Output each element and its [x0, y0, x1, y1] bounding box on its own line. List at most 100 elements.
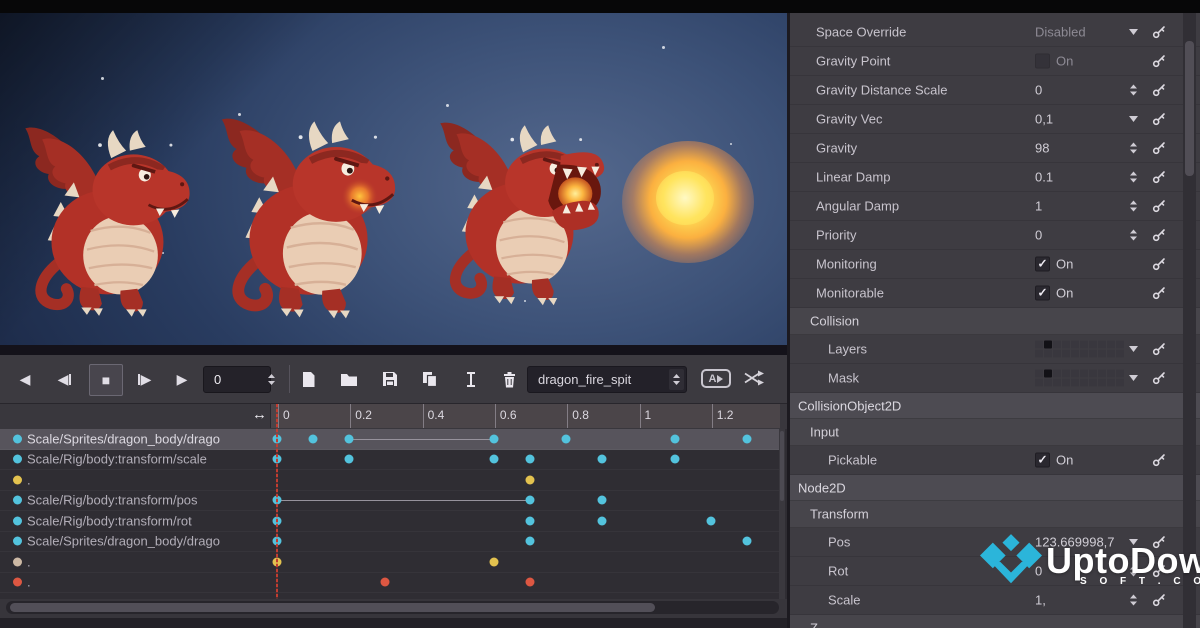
checkbox[interactable] — [1035, 54, 1050, 69]
keyframe[interactable] — [526, 578, 535, 587]
keyframe[interactable] — [345, 455, 354, 464]
collision-layer-grid[interactable] — [1035, 341, 1124, 358]
keyframe[interactable] — [489, 455, 498, 464]
keyframe[interactable] — [309, 434, 318, 443]
keyframe[interactable] — [526, 537, 535, 546]
keyframe[interactable] — [706, 516, 715, 525]
keyframe[interactable] — [670, 455, 679, 464]
scrollbar-thumb[interactable] — [1185, 41, 1194, 176]
collision-layer-grid[interactable] — [1035, 370, 1124, 387]
animate-key-icon[interactable] — [1152, 257, 1166, 271]
dropdown-arrow-icon[interactable] — [1129, 375, 1138, 381]
animation-select[interactable]: dragon_fire_spit — [527, 366, 687, 393]
property-value[interactable]: 98 — [1035, 141, 1049, 156]
timeline-horizontal-scrollbar[interactable] — [6, 601, 779, 614]
track-row[interactable]: . — [0, 470, 781, 491]
track-row[interactable]: Scale/Rig/body:transform/scale — [0, 450, 781, 471]
dropdown-arrow-icon[interactable] — [1129, 539, 1138, 545]
keyframe[interactable] — [598, 516, 607, 525]
spinner-icon[interactable] — [1129, 171, 1138, 184]
keyframe[interactable] — [489, 557, 498, 566]
animate-key-icon[interactable] — [1152, 228, 1166, 242]
keyframe[interactable] — [742, 434, 751, 443]
duplicate-animation-button[interactable] — [419, 368, 441, 390]
timeline-ruler[interactable]: 00.20.40.60.811.2 — [270, 404, 780, 428]
inspector-section-header[interactable]: Node2D — [790, 475, 1200, 501]
animate-key-icon[interactable] — [1152, 25, 1166, 39]
property-value[interactable]: 0,1 — [1035, 112, 1053, 127]
spinner-icon[interactable] — [1129, 229, 1138, 242]
dropdown-arrow-icon[interactable] — [1129, 116, 1138, 122]
frame-number-input[interactable]: 0 — [203, 366, 271, 393]
inspector-section-header[interactable]: Transform — [790, 501, 1200, 528]
keyframe[interactable] — [598, 455, 607, 464]
play-backwards-from-end-button[interactable]: ◀ — [50, 365, 80, 393]
keyframe[interactable] — [670, 434, 679, 443]
keyframe[interactable] — [562, 434, 571, 443]
property-value[interactable]: 0 — [1035, 564, 1042, 579]
track-row[interactable]: Scale/Rig/body:transform/rot — [0, 511, 781, 532]
track-row[interactable]: . — [0, 573, 781, 594]
spinner-icon[interactable] — [1129, 200, 1138, 213]
animate-key-icon[interactable] — [1152, 54, 1166, 68]
animate-key-icon[interactable] — [1152, 170, 1166, 184]
dropdown-arrow-icon[interactable] — [1129, 346, 1138, 352]
animate-key-icon[interactable] — [1152, 199, 1166, 213]
inspector-section-header[interactable]: Input — [790, 419, 1200, 446]
keyframe[interactable] — [526, 496, 535, 505]
spinner-icon[interactable] — [1129, 142, 1138, 155]
animation-spinner[interactable] — [669, 369, 684, 390]
checkbox[interactable]: ✓ — [1035, 257, 1050, 272]
property-value[interactable]: 1, — [1035, 593, 1046, 608]
edit-blend-times-icon[interactable] — [744, 370, 766, 386]
track-row[interactable]: Scale/Sprites/dragon_body/drago — [0, 532, 781, 553]
property-value[interactable]: Disabled — [1035, 25, 1086, 40]
inspector-section-header[interactable]: CollisionObject2D — [790, 393, 1200, 419]
inspector-scrollbar[interactable] — [1183, 13, 1196, 628]
property-value[interactable]: 1 — [1035, 199, 1042, 214]
keyframe[interactable] — [345, 434, 354, 443]
play-backwards-button[interactable]: ◀ — [10, 365, 40, 393]
scrollbar-thumb[interactable] — [10, 603, 655, 612]
load-animation-button[interactable] — [338, 368, 360, 390]
keyframe[interactable] — [742, 537, 751, 546]
track-row[interactable]: Scale/Sprites/dragon_body/drago — [0, 429, 781, 450]
horizontal-resize-icon[interactable]: ↔ — [252, 406, 267, 423]
property-value[interactable]: 123.669998,7 — [1035, 535, 1115, 550]
animate-key-icon[interactable] — [1152, 342, 1166, 356]
animate-key-icon[interactable] — [1152, 371, 1166, 385]
animate-key-icon[interactable] — [1152, 593, 1166, 607]
scene-viewport[interactable] — [0, 13, 787, 345]
autoplay-on-load-button[interactable]: A — [701, 369, 731, 388]
stop-button[interactable]: ■ — [89, 364, 123, 396]
keyframe[interactable] — [526, 516, 535, 525]
property-value[interactable]: 0 — [1035, 228, 1042, 243]
keyframe[interactable] — [526, 475, 535, 484]
property-value[interactable]: 0 — [1035, 83, 1042, 98]
delete-animation-button[interactable] — [498, 368, 520, 390]
spinner-icon[interactable] — [1129, 84, 1138, 97]
checkbox[interactable]: ✓ — [1035, 453, 1050, 468]
new-animation-button[interactable] — [297, 368, 319, 390]
animate-key-icon[interactable] — [1152, 112, 1166, 126]
frame-spinner[interactable] — [265, 367, 277, 391]
spinner-icon[interactable] — [1129, 594, 1138, 607]
animate-key-icon[interactable] — [1152, 535, 1166, 549]
rename-animation-button[interactable] — [460, 368, 482, 390]
play-from-start-button[interactable]: ▶ — [129, 365, 159, 393]
spinner-icon[interactable] — [1129, 565, 1138, 578]
inspector-section-header[interactable]: Collision — [790, 308, 1200, 335]
animate-key-icon[interactable] — [1152, 286, 1166, 300]
animate-key-icon[interactable] — [1152, 564, 1166, 578]
keyframe[interactable] — [381, 578, 390, 587]
tracks-vertical-scrollbar[interactable] — [779, 429, 785, 599]
save-animation-button[interactable] — [379, 368, 401, 390]
checkbox[interactable]: ✓ — [1035, 286, 1050, 301]
animate-key-icon[interactable] — [1152, 453, 1166, 467]
inspector-section-header[interactable]: Z — [790, 615, 1200, 628]
play-button[interactable]: ▶ — [167, 365, 197, 393]
dropdown-arrow-icon[interactable] — [1129, 29, 1138, 35]
keyframe[interactable] — [598, 496, 607, 505]
property-value[interactable]: 0.1 — [1035, 170, 1053, 185]
keyframe[interactable] — [526, 455, 535, 464]
